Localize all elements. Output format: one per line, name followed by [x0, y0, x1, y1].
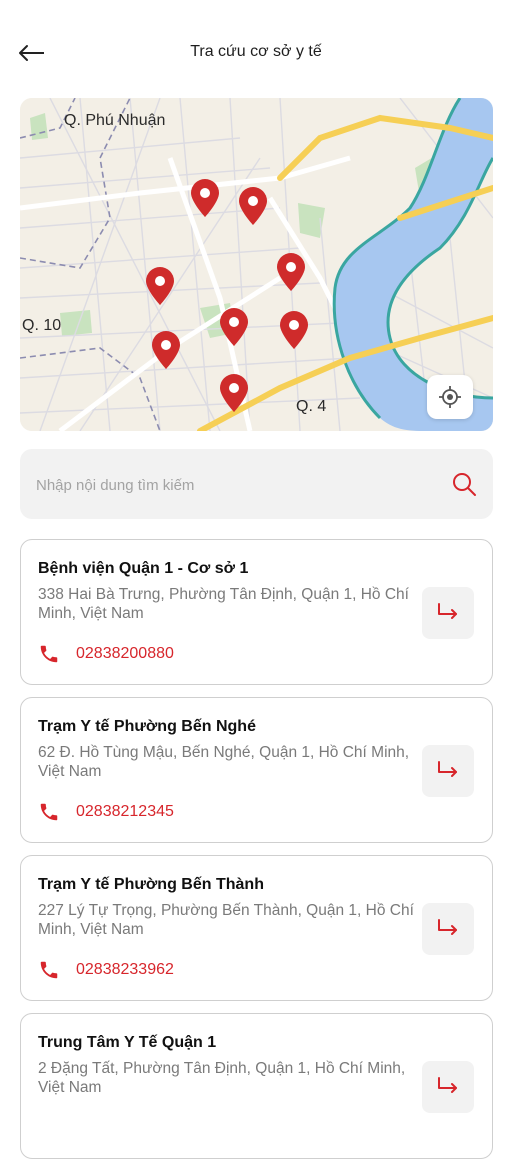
- map-label-phu-nhuan: Q. Phú Nhuận: [64, 112, 166, 129]
- map-background: [20, 98, 493, 431]
- facility-phone-number: 02838200880: [76, 645, 174, 662]
- directions-button[interactable]: [422, 587, 474, 639]
- search-icon[interactable]: [451, 471, 477, 497]
- map-pin-icon[interactable]: [143, 266, 177, 306]
- page-title: Tra cứu cơ sở y tế: [190, 43, 322, 60]
- map-view[interactable]: Q. Phú Nhuận Q. 10 Q. 4: [20, 98, 493, 431]
- facility-name: Trạm Y tế Phường Bến Thành: [38, 876, 264, 893]
- facility-card[interactable]: Bệnh viện Quận 1 - Cơ sở 1 338 Hai Bà Tr…: [20, 539, 493, 685]
- facility-list: Bệnh viện Quận 1 - Cơ sở 1 338 Hai Bà Tr…: [20, 539, 493, 1171]
- facility-phone-number: 02838212345: [76, 803, 174, 820]
- facility-card[interactable]: Trung Tâm Y Tế Quận 1 2 Đặng Tất, Phường…: [20, 1013, 493, 1159]
- directions-icon: [437, 760, 459, 782]
- map-pin-icon[interactable]: [188, 178, 222, 218]
- facility-phone[interactable]: 02838200880: [38, 643, 174, 665]
- map-label-q4: Q. 4: [296, 398, 327, 415]
- facility-name: Trung Tâm Y Tế Quận 1: [38, 1034, 217, 1051]
- directions-icon: [437, 602, 459, 624]
- map-pin-icon[interactable]: [149, 330, 183, 370]
- facility-address: 227 Lý Tự Trọng, Phường Bến Thành, Quận …: [38, 902, 414, 938]
- directions-button[interactable]: [422, 745, 474, 797]
- facility-address: 2 Đặng Tất, Phường Tân Định, Quận 1, Hồ …: [38, 1060, 406, 1096]
- facility-phone[interactable]: 02838233962: [38, 959, 174, 981]
- facility-address: 62 Đ. Hồ Tùng Mậu, Bến Nghé, Quận 1, Hồ …: [38, 744, 410, 780]
- facility-phone[interactable]: 02838212345: [38, 801, 174, 823]
- facility-name: Trạm Y tế Phường Bến Nghé: [38, 718, 256, 735]
- search-bar: [20, 449, 493, 521]
- phone-icon: [38, 959, 60, 981]
- phone-icon: [38, 643, 60, 665]
- facility-phone-number: 02838233962: [76, 961, 174, 978]
- map-pin-icon[interactable]: [217, 373, 251, 413]
- facility-address: 338 Hai Bà Trưng, Phường Tân Định, Quận …: [38, 586, 409, 622]
- directions-icon: [437, 918, 459, 940]
- facility-card[interactable]: Trạm Y tế Phường Bến Thành 227 Lý Tự Trọ…: [20, 855, 493, 1001]
- locate-icon: [439, 386, 461, 408]
- locate-button[interactable]: [427, 375, 473, 419]
- header: Tra cứu cơ sở y tế: [0, 0, 512, 100]
- facility-card[interactable]: Trạm Y tế Phường Bến Nghé 62 Đ. Hồ Tùng …: [20, 697, 493, 843]
- directions-button[interactable]: [422, 1061, 474, 1113]
- phone-icon: [38, 801, 60, 823]
- map-label-q10: Q. 10: [22, 317, 62, 334]
- facility-name: Bệnh viện Quận 1 - Cơ sở 1: [38, 560, 249, 577]
- search-input[interactable]: [34, 449, 438, 521]
- directions-icon: [437, 1076, 459, 1098]
- map-pin-icon[interactable]: [236, 186, 270, 226]
- map-pin-icon[interactable]: [274, 252, 308, 292]
- map-pin-icon[interactable]: [277, 310, 311, 350]
- directions-button[interactable]: [422, 903, 474, 955]
- map-pin-icon[interactable]: [217, 307, 251, 347]
